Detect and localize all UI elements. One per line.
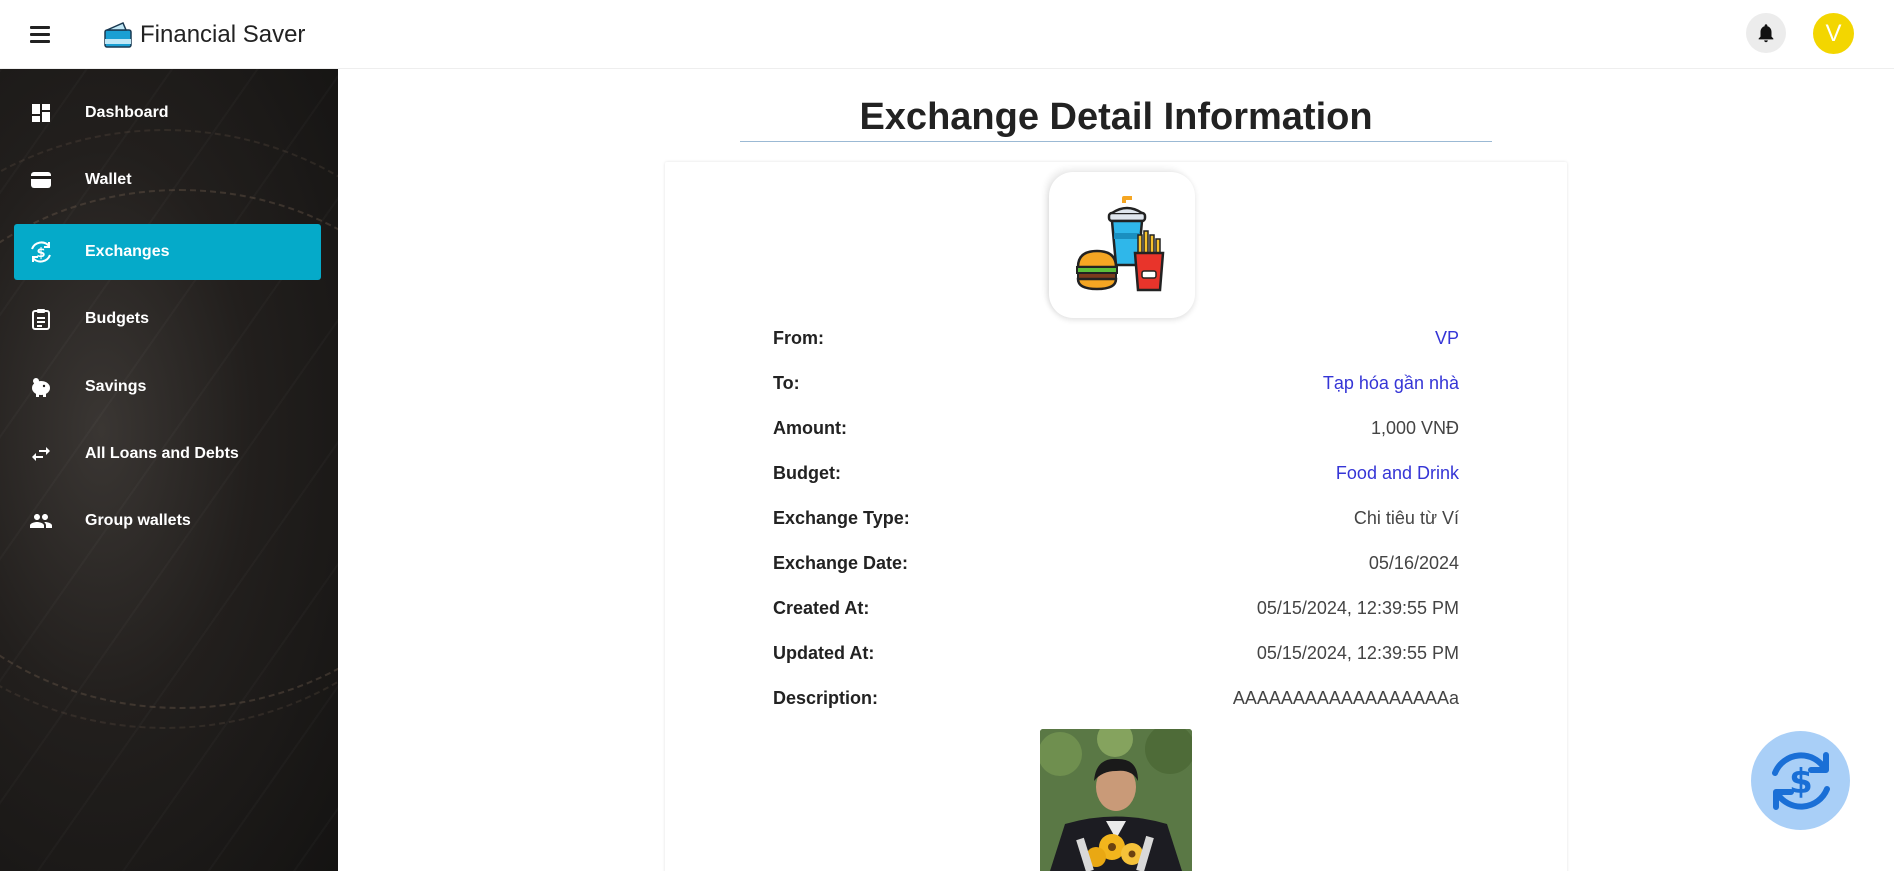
- exchange-icon: $: [28, 239, 54, 265]
- detail-label: Description:: [773, 687, 879, 708]
- detail-label: Exchange Date:: [773, 552, 909, 573]
- detail-row-description: Description: AAAAAAAAAAAAAAAAAAa: [773, 686, 1459, 710]
- sidebar-item-budgets[interactable]: Budgets: [14, 291, 321, 347]
- avatar[interactable]: V: [1813, 13, 1854, 54]
- sidebar-item-dashboard[interactable]: Dashboard: [14, 85, 321, 141]
- budget-icon: [28, 306, 54, 332]
- top-app-bar: Financial Saver V: [0, 0, 1894, 69]
- updated-at-value: 05/15/2024, 12:39:55 PM: [1256, 642, 1459, 663]
- detail-label: Exchange Type:: [773, 507, 910, 528]
- exchange-type-value: Chi tiêu từ Ví: [1353, 507, 1459, 528]
- wallet-logo-icon: [104, 22, 132, 48]
- sidebar-item-label: Group wallets: [85, 512, 191, 529]
- sidebar-item-exchanges[interactable]: $ Exchanges: [14, 224, 321, 280]
- detail-row-to: To: Tạp hóa gần nhà: [773, 371, 1459, 395]
- detail-row-updated-at: Updated At: 05/15/2024, 12:39:55 PM: [773, 641, 1459, 665]
- detail-row-budget: Budget: Food and Drink: [773, 461, 1459, 485]
- to-target-link[interactable]: Tạp hóa gần nhà: [1323, 373, 1459, 394]
- sidebar-item-loans-debts[interactable]: All Loans and Debts: [14, 426, 321, 482]
- swap-arrows-icon: [28, 441, 54, 467]
- sidebar-item-group-wallets[interactable]: Group wallets: [14, 493, 321, 549]
- food-and-drink-icon: [1076, 196, 1165, 292]
- amount-value: 1,000 VNĐ: [1370, 417, 1459, 438]
- wallet-icon: [28, 167, 54, 193]
- sidebar-item-label: All Loans and Debts: [85, 445, 239, 462]
- detail-row-exchange-type: Exchange Type: Chi tiêu từ Ví: [773, 506, 1459, 530]
- created-at-value: 05/15/2024, 12:39:55 PM: [1256, 597, 1459, 618]
- svg-text:$: $: [1789, 762, 1813, 802]
- detail-row-exchange-date: Exchange Date: 05/16/2024: [773, 551, 1459, 575]
- description-value: AAAAAAAAAAAAAAAAAAa: [1232, 687, 1459, 708]
- sidebar-item-label: Budgets: [85, 310, 149, 327]
- dashboard-icon: [28, 100, 54, 126]
- exchange-fab-button[interactable]: $: [1751, 731, 1850, 830]
- sidebar-item-label: Wallet: [85, 171, 132, 188]
- detail-label: From:: [773, 327, 824, 348]
- detail-label: Updated At:: [773, 642, 875, 663]
- detail-label: Budget:: [773, 462, 841, 483]
- app-name: Financial Saver: [140, 21, 306, 48]
- exchange-icon: $: [1771, 751, 1830, 810]
- svg-text:$: $: [36, 246, 45, 261]
- sidebar-item-label: Savings: [85, 378, 147, 395]
- detail-label: To:: [773, 372, 800, 393]
- sidebar-item-label: Exchanges: [85, 243, 170, 260]
- receipt-photo[interactable]: [1040, 729, 1192, 871]
- bell-icon: [1758, 24, 1774, 43]
- notification-button[interactable]: [1746, 13, 1786, 53]
- detail-row-created-at: Created At: 05/15/2024, 12:39:55 PM: [773, 596, 1459, 620]
- exchange-date-value: 05/16/2024: [1368, 552, 1459, 573]
- from-wallet-link[interactable]: VP: [1435, 328, 1459, 349]
- detail-row-amount: Amount: 1,000 VNĐ: [773, 416, 1459, 440]
- group-icon: [28, 508, 54, 534]
- piggy-bank-icon: [28, 374, 54, 400]
- category-icon: [1049, 172, 1195, 318]
- sidebar-item-wallet[interactable]: Wallet: [14, 152, 321, 208]
- detail-label: Amount:: [773, 417, 847, 438]
- page-title: Exchange Detail Information: [740, 96, 1492, 142]
- detail-label: Created At:: [773, 597, 870, 618]
- sidebar-item-savings[interactable]: Savings: [14, 359, 321, 415]
- sidebar-item-label: Dashboard: [85, 104, 169, 121]
- menu-icon[interactable]: [22, 19, 58, 49]
- detail-row-from: From: VP: [773, 326, 1459, 350]
- brand[interactable]: Financial Saver: [103, 18, 305, 52]
- sidebar: Dashboard Wallet $ Exchanges Budgets Sav…: [0, 69, 338, 871]
- budget-link[interactable]: Food and Drink: [1336, 463, 1459, 484]
